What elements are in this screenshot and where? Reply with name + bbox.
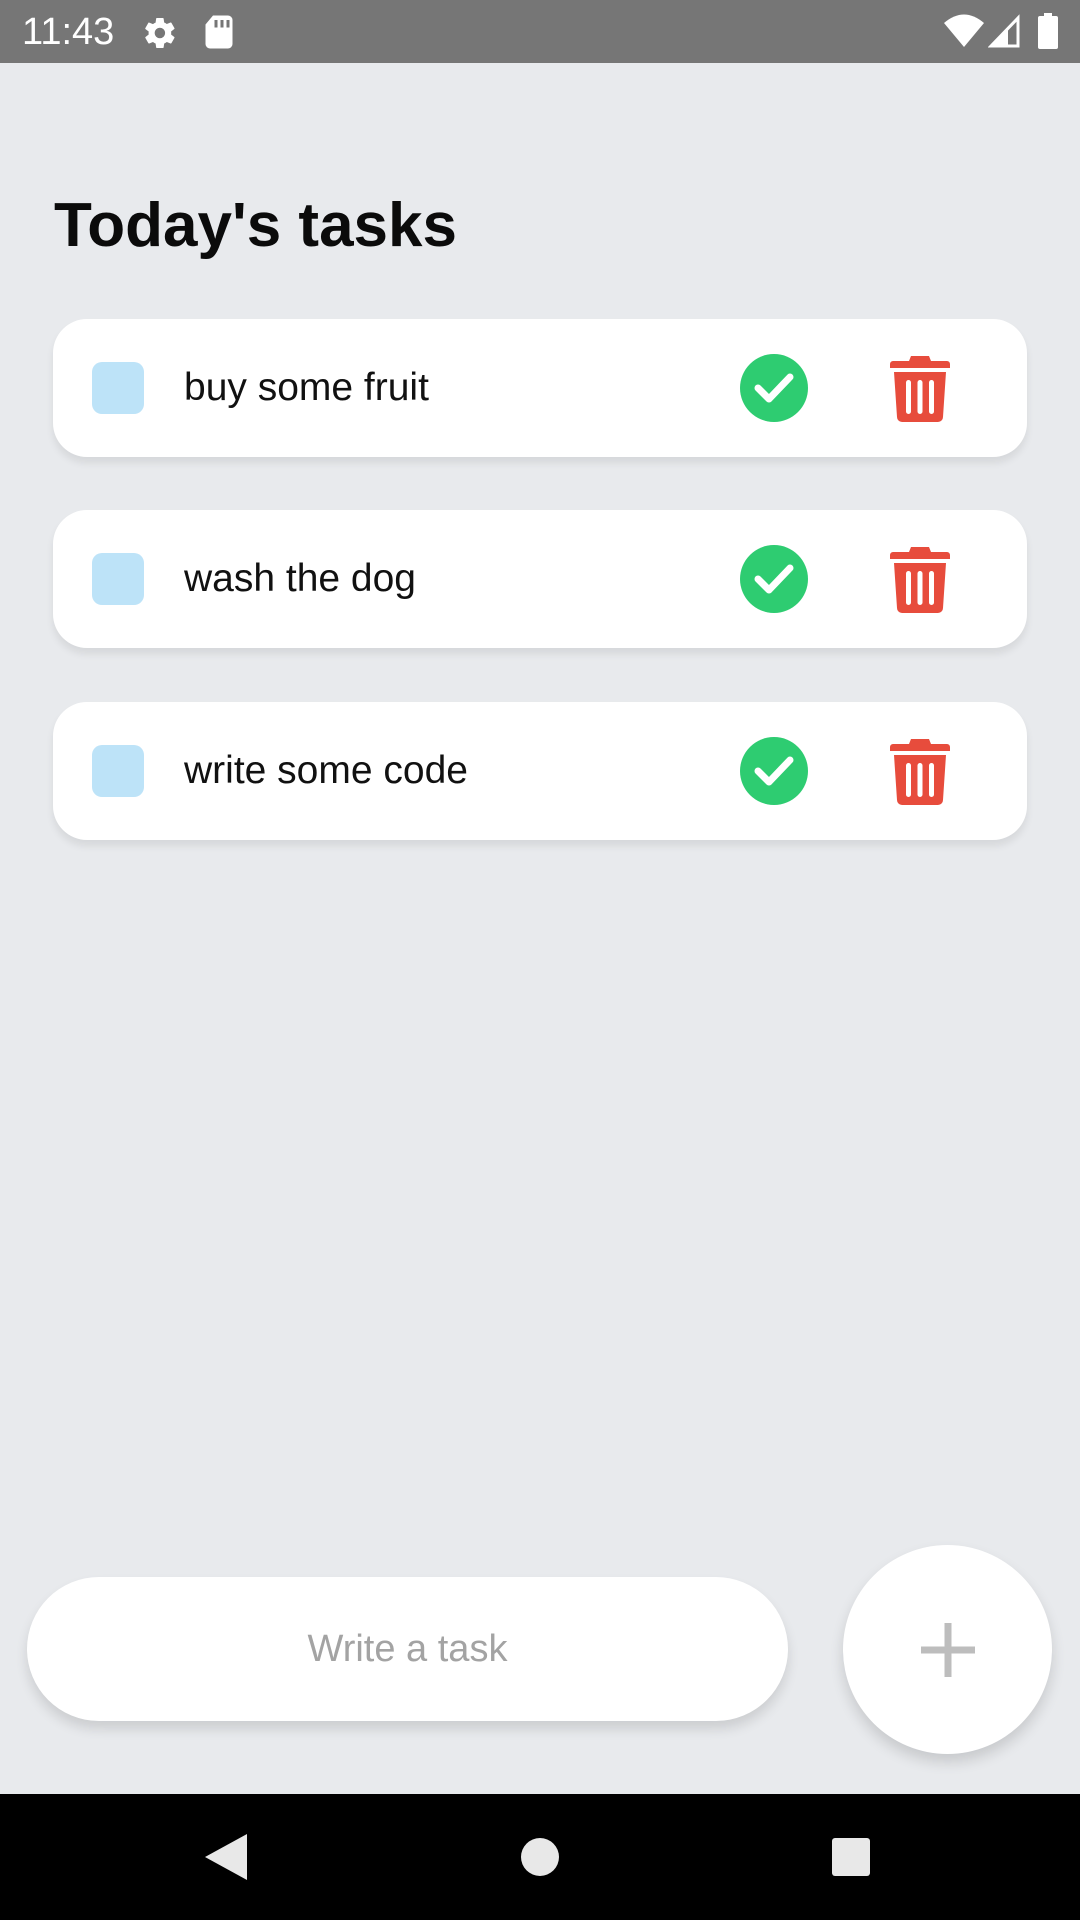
delete-button[interactable]	[886, 354, 954, 422]
back-icon	[205, 1834, 247, 1880]
task-text: wash the dog	[184, 557, 417, 600]
trash-icon	[890, 739, 950, 805]
task-checkbox[interactable]	[92, 745, 144, 797]
status-time: 11:43	[22, 11, 115, 53]
trash-icon	[890, 356, 950, 422]
check-icon	[754, 373, 794, 403]
delete-button[interactable]	[886, 737, 954, 805]
cell-signal-icon	[987, 14, 1020, 53]
trash-icon	[890, 547, 950, 613]
task-item: write some code	[53, 702, 1027, 840]
wifi-icon	[944, 14, 984, 53]
home-icon	[521, 1838, 559, 1876]
task-text: buy some fruit	[184, 366, 429, 409]
plus-icon	[920, 1622, 975, 1677]
back-button[interactable]	[198, 1829, 254, 1885]
page-title: Today's tasks	[54, 191, 457, 260]
task-text: write some code	[184, 749, 468, 792]
task-checkbox[interactable]	[92, 362, 144, 414]
gear-icon	[142, 15, 178, 56]
check-icon	[754, 564, 794, 594]
delete-button[interactable]	[886, 545, 954, 613]
task-checkbox[interactable]	[92, 553, 144, 605]
add-task-button[interactable]	[843, 1545, 1052, 1754]
check-icon	[754, 756, 794, 786]
complete-button[interactable]	[740, 354, 808, 422]
sd-card-icon	[204, 14, 234, 55]
task-input[interactable]	[27, 1577, 788, 1721]
complete-button[interactable]	[740, 737, 808, 805]
recents-button[interactable]	[823, 1829, 879, 1885]
app-screen: 11:43 Today's tasks buy some fruit wash …	[0, 0, 1080, 1920]
home-button[interactable]	[512, 1829, 568, 1885]
complete-button[interactable]	[740, 545, 808, 613]
battery-icon	[1037, 13, 1059, 54]
recents-icon	[832, 1838, 870, 1876]
task-item: buy some fruit	[53, 319, 1027, 457]
system-nav-bar	[0, 1794, 1080, 1920]
task-item: wash the dog	[53, 510, 1027, 648]
status-bar: 11:43	[0, 0, 1080, 63]
